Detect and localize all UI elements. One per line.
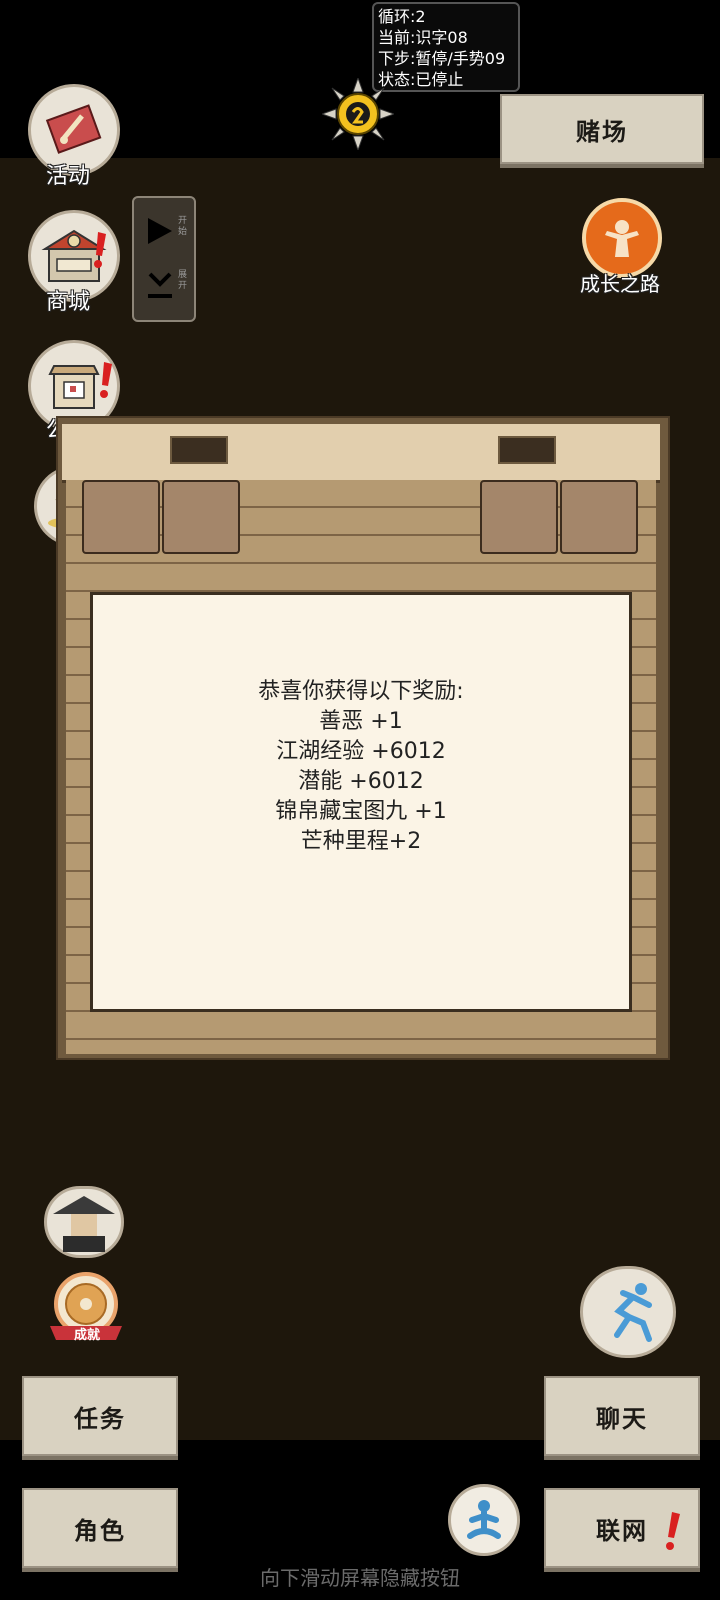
play-icon <box>148 218 172 244</box>
casino-button[interactable]: 赌场 <box>500 94 704 164</box>
sprint-button[interactable] <box>580 1266 676 1358</box>
task-label: 任务 <box>74 1404 126 1433</box>
status-state: 状态:已停止 <box>378 70 464 89</box>
growth-figure-icon <box>605 220 639 257</box>
activity-label: 活动 <box>46 164 91 189</box>
reward-item: 潜能 +6012 <box>298 769 424 794</box>
play-button[interactable] <box>146 216 174 250</box>
reward-item: 锦帛藏宝图九 +1 <box>275 799 447 824</box>
shop-label: 商城 <box>46 290 91 315</box>
growth-road-label: 成长之路 <box>580 272 660 296</box>
status-loop: 循环:2 <box>378 7 426 26</box>
growth-road-button[interactable] <box>582 198 662 278</box>
achievement-button[interactable]: 成就 <box>44 1270 128 1346</box>
reward-item: 善恶 +1 <box>319 709 403 734</box>
daytime-sun-icon[interactable] <box>320 76 396 152</box>
auto-control-panel: 开始 展开 <box>132 196 196 322</box>
running-figure-icon <box>614 1283 652 1342</box>
notice-alert-icon <box>96 360 116 400</box>
task-button[interactable]: 任务 <box>22 1376 178 1456</box>
character-avatar[interactable] <box>44 1186 124 1258</box>
cabinet[interactable] <box>480 480 558 554</box>
meditation-button[interactable] <box>448 1484 520 1556</box>
chat-label: 聊天 <box>596 1404 648 1433</box>
cabinet[interactable] <box>82 480 160 554</box>
hide-buttons-hint: 向下滑动屏幕隐藏按钮 <box>260 1566 460 1590</box>
start-label: 开始 <box>178 216 188 237</box>
cabinet[interactable] <box>162 480 240 554</box>
scroll-icon <box>45 104 102 154</box>
expand-label: 展开 <box>178 270 188 291</box>
reward-popup[interactable]: 恭喜你获得以下奖励: 善恶 +1 江湖经验 +6012 潜能 +6012 锦帛藏… <box>90 592 632 1012</box>
cabinet[interactable] <box>560 480 638 554</box>
status-overlay: 循环:2 当前:识字08 下步:暂停/手势09 状态:已停止 <box>372 2 520 92</box>
status-next: 下步:暂停/手势09 <box>378 49 506 68</box>
network-label: 联网 <box>596 1516 648 1545</box>
role-label: 角色 <box>74 1516 126 1545</box>
reward-item: 芒种里程+2 <box>300 829 422 854</box>
straw-hat-character-icon <box>53 1196 115 1252</box>
window-vent <box>498 436 556 464</box>
chevron-down-icon <box>148 272 172 298</box>
chat-button[interactable]: 聊天 <box>544 1376 700 1456</box>
achievement-label: 成就 <box>74 1328 101 1343</box>
casino-label: 赌场 <box>576 117 628 146</box>
reward-item: 江湖经验 +6012 <box>276 739 446 764</box>
network-alert-icon <box>662 1510 684 1554</box>
room-wall <box>62 424 660 483</box>
window-vent <box>170 436 228 464</box>
role-button[interactable]: 角色 <box>22 1488 178 1568</box>
status-current: 当前:识字08 <box>378 28 468 47</box>
reward-title: 恭喜你获得以下奖励: <box>258 679 464 704</box>
shop-alert-icon <box>90 230 110 270</box>
meditation-figure-icon <box>467 1500 501 1539</box>
expand-button[interactable] <box>146 270 174 304</box>
